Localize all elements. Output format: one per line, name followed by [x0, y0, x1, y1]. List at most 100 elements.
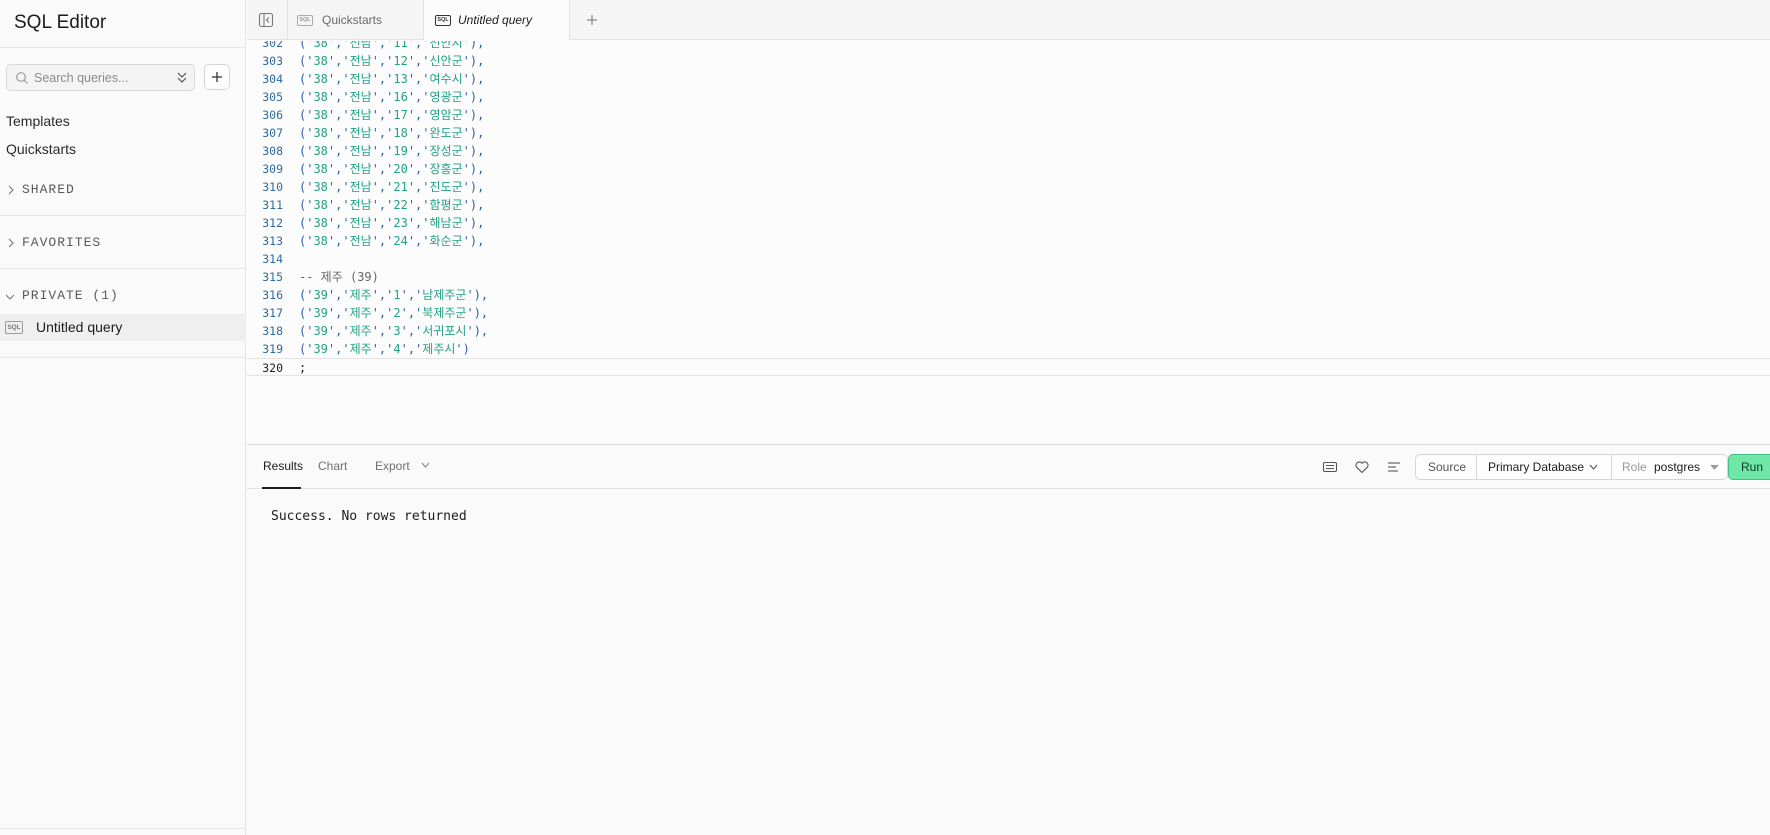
code-line[interactable]: 303 ('38','전남','12','신안군'),: [247, 52, 1770, 70]
database-select[interactable]: Primary Database: [1488, 455, 1584, 479]
tab-results[interactable]: Results: [263, 459, 303, 473]
code-token: ',': [371, 90, 394, 104]
code-line[interactable]: 313 ('38','전남','24','화순군'),: [247, 232, 1770, 250]
keyboard-icon[interactable]: [1322, 459, 1338, 475]
tab-chart[interactable]: Chart: [318, 459, 347, 473]
sidebar-toggle-icon[interactable]: [258, 12, 274, 28]
templates-link[interactable]: Templates: [6, 113, 70, 129]
code-line[interactable]: 316 ('39','제주','1','남제주군'),: [247, 286, 1770, 304]
code-line[interactable]: 317 ('39','제주','2','북제주군'),: [247, 304, 1770, 322]
run-button[interactable]: Run: [1728, 454, 1770, 480]
code-token: 4: [393, 342, 401, 356]
code-token: ',': [327, 180, 350, 194]
code-token: '),: [462, 126, 485, 140]
line-number: 313: [262, 234, 283, 248]
code-token: 20: [393, 162, 408, 176]
code-line[interactable]: 302 ('38','전남','11','신안시'),: [247, 41, 1770, 52]
code-line[interactable]: 309 ('38','전남','20','장흥군'),: [247, 160, 1770, 178]
code-token: 여수시: [429, 72, 463, 86]
code-token: ',': [371, 306, 394, 320]
code-token: ',': [400, 306, 423, 320]
code-token: ',': [407, 162, 430, 176]
code-line[interactable]: 304 ('38','전남','13','여수시'),: [247, 70, 1770, 88]
line-number: 320: [262, 361, 283, 375]
code-line[interactable]: 318 ('39','제주','3','서귀포시'),: [247, 322, 1770, 340]
section-label: SHARED: [22, 182, 75, 197]
code-token: ',': [327, 342, 350, 356]
code-token: ',': [327, 54, 350, 68]
code-line[interactable]: 305 ('38','전남','16','영광군'),: [247, 88, 1770, 106]
code-token: 39: [313, 306, 328, 320]
line-number: 305: [262, 90, 283, 104]
code-line[interactable]: 310 ('38','전남','21','진도군'),: [247, 178, 1770, 196]
sidebar: SQL Editor Templates Quickstarts SHARED …: [0, 0, 246, 835]
code-line[interactable]: 319 ('39','제주','4','제주시'): [247, 340, 1770, 358]
code-token: '),: [462, 162, 485, 176]
code-token: 장성군: [429, 144, 463, 158]
search-icon: [16, 72, 28, 84]
code-token: ',': [407, 108, 430, 122]
section-favorites[interactable]: FAVORITES: [0, 232, 246, 254]
code-token: 38: [313, 41, 328, 50]
code-token: 제주: [349, 324, 372, 338]
code-token: ',': [400, 324, 423, 338]
tab-untitled-query[interactable]: SQL Untitled query: [424, 0, 570, 41]
code-token: ',': [407, 234, 430, 248]
code-token: 38: [313, 216, 328, 230]
code-line[interactable]: 315 -- 제주 (39): [247, 268, 1770, 286]
code-line[interactable]: 306 ('38','전남','17','영암군'),: [247, 106, 1770, 124]
code-token: ',': [371, 198, 394, 212]
new-query-button[interactable]: [204, 64, 230, 90]
plus-icon[interactable]: [584, 12, 600, 28]
code-text: ('38','전남','13','여수시'),: [299, 70, 484, 88]
quickstarts-link[interactable]: Quickstarts: [6, 141, 76, 157]
line-number: 318: [262, 324, 283, 338]
code-token: 22: [393, 198, 408, 212]
code-token: ',': [327, 72, 350, 86]
code-token: '),: [462, 72, 485, 86]
code-token: 38: [313, 108, 328, 122]
tab-quickstarts[interactable]: SQL Quickstarts: [288, 0, 424, 40]
divider: [0, 357, 246, 358]
code-token: ',': [371, 54, 394, 68]
code-token: ',': [327, 162, 350, 176]
chevron-right-icon: [8, 238, 14, 248]
search-box: [6, 64, 195, 91]
code-editor[interactable]: 302 ('38','전남','11','신안시'), 303 ('38','전남',…: [247, 41, 1770, 444]
section-private[interactable]: PRIVATE (1): [0, 285, 246, 307]
code-token: 완도군: [429, 126, 463, 140]
code-line[interactable]: 308 ('38','전남','19','장성군'),: [247, 142, 1770, 160]
sql-file-icon: SQL: [5, 321, 23, 334]
code-token: 전남: [349, 198, 372, 212]
code-token: 11: [393, 41, 408, 50]
code-token: 제주: [349, 342, 372, 356]
code-line[interactable]: 320;: [247, 358, 1770, 376]
code-token: ',': [371, 162, 394, 176]
code-line[interactable]: 311 ('38','전남','22','함평군'),: [247, 196, 1770, 214]
search-input[interactable]: [34, 68, 172, 87]
sidebar-query-item[interactable]: SQL Untitled query: [0, 314, 246, 341]
code-token: (': [299, 306, 314, 320]
section-shared[interactable]: SHARED: [0, 179, 246, 201]
code-token: '),: [462, 41, 485, 50]
code-line[interactable]: 312 ('38','전남','23','해남군'),: [247, 214, 1770, 232]
heart-icon[interactable]: [1354, 459, 1370, 475]
role-select[interactable]: postgres: [1654, 455, 1700, 479]
code-line[interactable]: 307 ('38','전남','18','완도군'),: [247, 124, 1770, 142]
align-left-icon[interactable]: [1386, 459, 1402, 475]
code-token: (': [299, 108, 314, 122]
chevrons-down-icon[interactable]: [176, 71, 188, 85]
code-line[interactable]: 314: [247, 250, 1770, 268]
code-token: (': [299, 234, 314, 248]
code-token: ',': [327, 288, 350, 302]
code-token: 전남: [349, 90, 372, 104]
code-token: 23: [393, 216, 408, 230]
code-token: 38: [313, 54, 328, 68]
export-dropdown[interactable]: Export: [375, 459, 410, 473]
chevron-right-icon: [8, 185, 14, 195]
code-token: 38: [313, 198, 328, 212]
line-number: 319: [262, 342, 283, 356]
code-token: (': [299, 90, 314, 104]
chevron-down-icon: [5, 294, 15, 300]
code-token: 제주: [349, 306, 372, 320]
